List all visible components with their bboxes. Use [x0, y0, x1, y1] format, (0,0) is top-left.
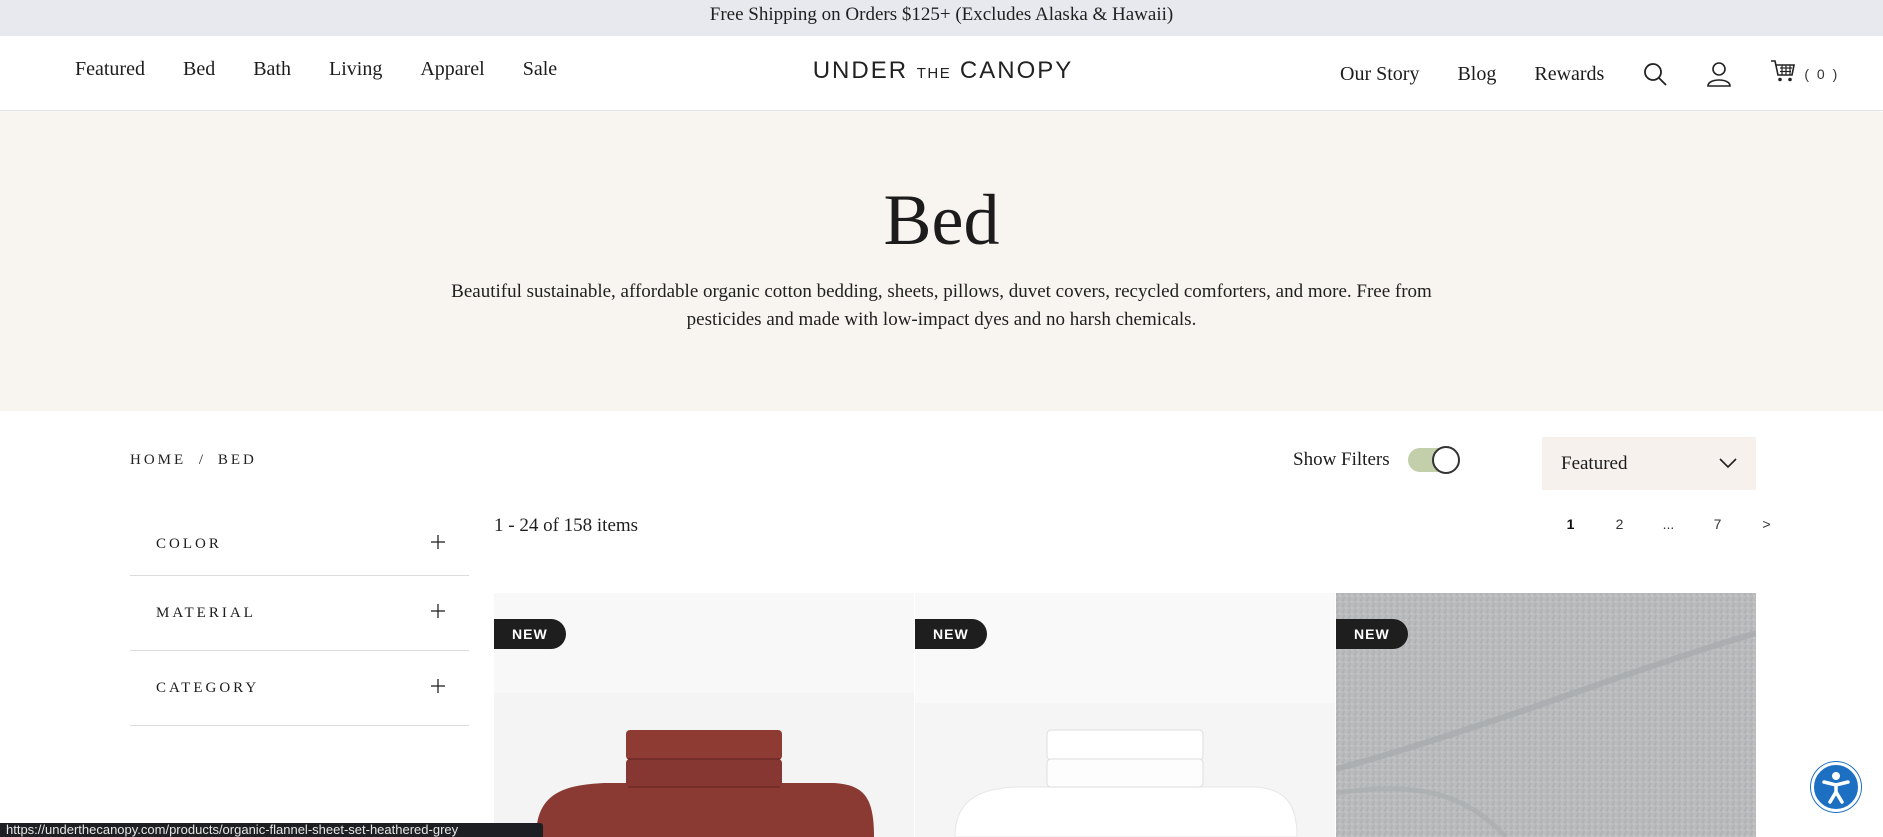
- search-icon[interactable]: [1642, 61, 1668, 87]
- breadcrumb-separator: /: [198, 452, 204, 468]
- plus-icon: [431, 603, 445, 623]
- cart-count: ( 0 ): [1804, 66, 1840, 82]
- status-bar-url: https://underthecanopy.com/products/orga…: [0, 823, 543, 837]
- filter-sidebar: COLOR MATERIAL CATEGORY: [130, 514, 469, 726]
- toggle-switch[interactable]: [1407, 446, 1460, 474]
- nav-link-bed[interactable]: Bed: [183, 58, 215, 81]
- cart-icon: [1770, 58, 1796, 90]
- nav-link-rewards[interactable]: Rewards: [1534, 63, 1604, 86]
- nav-link-sale[interactable]: Sale: [523, 58, 557, 81]
- product-card[interactable]: NEW: [1336, 593, 1756, 837]
- show-filters-toggle[interactable]: Show Filters: [1293, 446, 1460, 474]
- sort-selected-value: Featured: [1561, 452, 1628, 474]
- next-page-button[interactable]: >: [1742, 516, 1791, 532]
- nav-link-our-story[interactable]: Our Story: [1340, 63, 1419, 86]
- plus-icon: [431, 535, 445, 554]
- cart-button[interactable]: ( 0 ): [1770, 58, 1839, 90]
- accessibility-button[interactable]: [1811, 762, 1861, 812]
- facet-material[interactable]: MATERIAL: [130, 576, 469, 651]
- logo-word-under: UNDER: [812, 57, 909, 84]
- results-count: 1 - 24 of 158 items: [494, 515, 639, 536]
- breadcrumb-current: BED: [217, 452, 257, 468]
- facet-category[interactable]: CATEGORY: [130, 651, 469, 726]
- nav-link-apparel[interactable]: Apparel: [420, 58, 484, 81]
- show-filters-label: Show Filters: [1293, 449, 1390, 470]
- product-grid: NEW NEW NEW: [494, 593, 1756, 837]
- page-ellipsis: ...: [1662, 516, 1675, 532]
- brand-logo[interactable]: UNDER THE CANOPY: [808, 57, 1078, 85]
- breadcrumb-home[interactable]: HOME: [130, 452, 186, 468]
- secondary-nav: Our Story Blog Rewards ( 0 ): [1340, 58, 1839, 90]
- logo-word-canopy: CANOPY: [959, 57, 1074, 84]
- toggle-knob: [1431, 446, 1460, 474]
- site-header: Featured Bed Bath Living Apparel Sale UN…: [0, 36, 1883, 111]
- promo-banner: Free Shipping on Orders $125+ (Excludes …: [0, 0, 1883, 36]
- product-card[interactable]: NEW: [915, 593, 1335, 837]
- nav-link-living[interactable]: Living: [329, 58, 382, 81]
- facet-label: COLOR: [156, 536, 222, 552]
- plus-icon: [431, 678, 445, 698]
- chevron-down-icon: [1719, 453, 1737, 475]
- facet-color[interactable]: COLOR: [130, 514, 469, 576]
- primary-nav: Featured Bed Bath Living Apparel Sale: [75, 58, 557, 81]
- facet-label: MATERIAL: [156, 604, 256, 621]
- page-7[interactable]: 7: [1693, 516, 1742, 532]
- product-card[interactable]: NEW: [494, 593, 914, 837]
- new-badge: NEW: [494, 619, 566, 649]
- page-2[interactable]: 2: [1595, 516, 1644, 532]
- page-title: Bed: [883, 180, 1000, 260]
- logo-word-the: THE: [916, 65, 952, 82]
- account-icon[interactable]: [1706, 61, 1732, 87]
- nav-link-blog[interactable]: Blog: [1457, 63, 1496, 86]
- new-badge: NEW: [1336, 619, 1408, 649]
- new-badge: NEW: [915, 619, 987, 649]
- category-description: Beautiful sustainable, affordable organi…: [451, 281, 1432, 330]
- accessibility-icon: [1822, 772, 1850, 804]
- sort-dropdown[interactable]: Featured: [1542, 437, 1756, 490]
- nav-link-featured[interactable]: Featured: [75, 58, 145, 81]
- page-1[interactable]: 1: [1546, 516, 1595, 532]
- category-hero: Bed Beautiful sustainable, affordable or…: [0, 112, 1883, 411]
- breadcrumb: HOME / BED: [130, 452, 257, 469]
- promo-text: Free Shipping on Orders $125+ (Excludes …: [709, 4, 1174, 25]
- pagination: 1 2 ... 7 >: [1546, 516, 1791, 532]
- facet-label: CATEGORY: [156, 679, 260, 696]
- nav-link-bath[interactable]: Bath: [253, 58, 291, 81]
